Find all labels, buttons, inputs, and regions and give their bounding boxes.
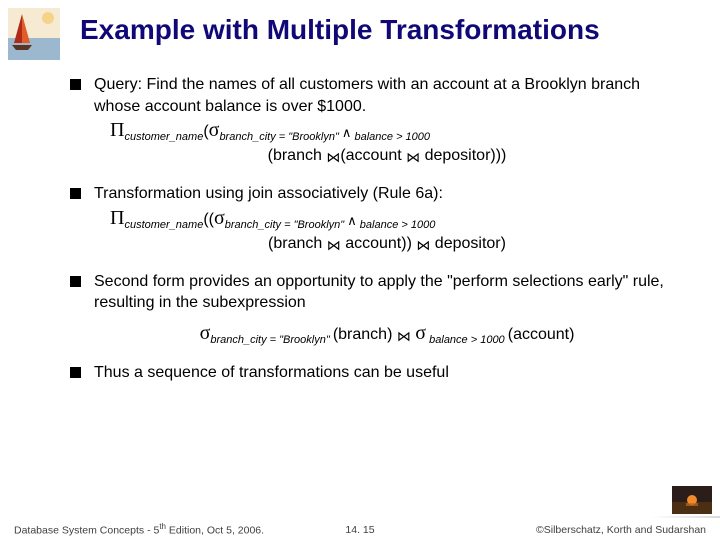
- text-fragment: Database System Concepts - 5: [14, 524, 159, 536]
- sigma-symbol: σ: [415, 322, 426, 344]
- superscript-th: th: [159, 522, 166, 531]
- join-symbol: ⋈: [406, 150, 420, 169]
- text-fragment: Edition, Oct 5, 2006.: [166, 524, 264, 536]
- bullet-conclusion: Thus a sequence of transformations can b…: [70, 362, 680, 384]
- footer: Database System Concepts - 5th Edition, …: [14, 522, 706, 537]
- sigma-symbol: σ: [214, 207, 225, 229]
- bullet-second-form: Second form provides an opportunity to a…: [70, 271, 680, 348]
- subscript: branch_city: [210, 334, 266, 346]
- subscript: customer_name: [124, 131, 203, 143]
- join-symbol: ⋈: [416, 238, 430, 257]
- formula-line-1: Πcustomer_name(σbranch_city = "Brooklyn"…: [94, 117, 680, 145]
- slide: Example with Multiple Transformations Qu…: [0, 0, 720, 540]
- text-fragment: account: [345, 235, 401, 252]
- footer-right: ©Silberschatz, Korth and Sudarshan: [536, 524, 706, 536]
- pi-symbol: Π: [110, 207, 124, 229]
- wedge-symbol: ∧: [342, 125, 352, 140]
- formula-line-2: (branch ⋈(account ⋈ depositor))): [94, 145, 680, 169]
- sunset-icon: [672, 486, 712, 514]
- subscript: balance > 1000: [351, 131, 430, 143]
- formula-line-1: Πcustomer_name((σbranch_city = "Brooklyn…: [94, 205, 680, 233]
- bullet-transformation: Transformation using join associatively …: [70, 183, 680, 257]
- subscript: balance > 1000: [426, 334, 508, 346]
- bullet-text: Second form provides an opportunity to a…: [94, 273, 664, 312]
- slide-title: Example with Multiple Transformations: [80, 14, 704, 46]
- formula-line-2: (branch ⋈ account)) ⋈ depositor): [94, 233, 680, 257]
- subscript: customer_name: [124, 219, 203, 231]
- sailboat-icon: [8, 8, 60, 60]
- join-symbol: ⋈: [327, 238, 341, 257]
- sigma-symbol: σ: [200, 322, 211, 344]
- bullet-query: Query: Find the names of all customers w…: [70, 74, 680, 169]
- text-fragment: (account: [340, 147, 406, 164]
- join-symbol: ⋈: [397, 329, 411, 348]
- join-symbol: ⋈: [326, 150, 340, 169]
- bottom-stripe: [650, 516, 720, 518]
- subscript: branch_city: [225, 219, 281, 231]
- formula-line: σbranch_city = "Brooklyn" (branch) ⋈ σ b…: [94, 320, 680, 348]
- text-fragment: ))): [490, 147, 506, 164]
- footer-page-number: 14. 15: [345, 524, 374, 536]
- text-fragment: )): [401, 235, 416, 252]
- subscript: = "Brooklyn": [267, 334, 333, 346]
- text-fragment: (account): [508, 326, 575, 343]
- bullet-text: Transformation using join associatively …: [94, 185, 443, 202]
- subscript: = "Brooklyn": [276, 131, 342, 143]
- text-fragment: depositor: [430, 235, 500, 252]
- slide-body: Query: Find the names of all customers w…: [70, 74, 680, 397]
- text-fragment: depositor: [420, 147, 490, 164]
- text-fragment: (branch): [333, 326, 397, 343]
- subscript: = "Brooklyn": [281, 219, 347, 231]
- footer-left: Database System Concepts - 5th Edition, …: [14, 522, 264, 537]
- text-fragment: ): [501, 235, 506, 252]
- sigma-symbol: σ: [209, 119, 220, 141]
- subscript: branch_city: [219, 131, 275, 143]
- pi-symbol: Π: [110, 119, 124, 141]
- bullet-text: Query: Find the names of all customers w…: [94, 76, 640, 115]
- text-fragment: (branch: [268, 147, 327, 164]
- wedge-symbol: ∧: [347, 213, 357, 228]
- text-fragment: (branch: [268, 235, 327, 252]
- subscript: balance > 1000: [357, 219, 436, 231]
- bullet-text: Thus a sequence of transformations can b…: [94, 364, 449, 381]
